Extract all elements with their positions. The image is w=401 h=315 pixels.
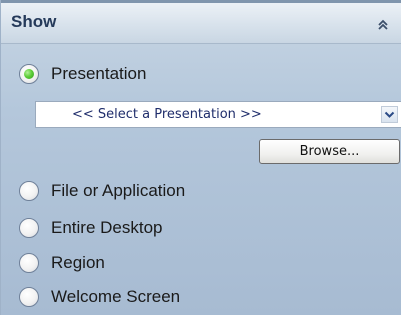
radio-label-welcome-screen: Welcome Screen [51,287,181,306]
radio-label-file-or-application: File or Application [51,181,186,200]
chevron-down-icon[interactable] [381,106,398,123]
double-chevron-up-icon[interactable] [375,17,391,33]
radio-option-region[interactable]: Region [19,250,105,276]
browse-button[interactable]: Browse... [259,139,400,164]
radio-selected-dot [24,69,34,79]
presentation-select-value: << Select a Presentation >> [72,107,262,122]
radio-option-file-or-application[interactable]: File or Application [19,178,185,204]
presentation-select[interactable]: << Select a Presentation >> [35,101,401,128]
radio-option-welcome-screen[interactable]: Welcome Screen [19,284,180,310]
radio-button-file-or-application[interactable] [19,181,39,201]
radio-label-presentation: Presentation [51,64,147,83]
radio-button-region[interactable] [19,253,39,273]
show-panel: Show Presentation << Select a Presentati… [0,0,401,315]
radio-button-presentation[interactable] [19,64,39,84]
radio-option-entire-desktop[interactable]: Entire Desktop [19,215,163,241]
panel-title: Show [11,12,57,31]
radio-button-welcome-screen[interactable] [19,287,39,307]
radio-option-presentation[interactable]: Presentation [19,61,146,87]
radio-label-entire-desktop: Entire Desktop [51,218,163,237]
panel-header[interactable]: Show [1,0,401,44]
radio-button-entire-desktop[interactable] [19,218,39,238]
radio-label-region: Region [51,253,105,272]
